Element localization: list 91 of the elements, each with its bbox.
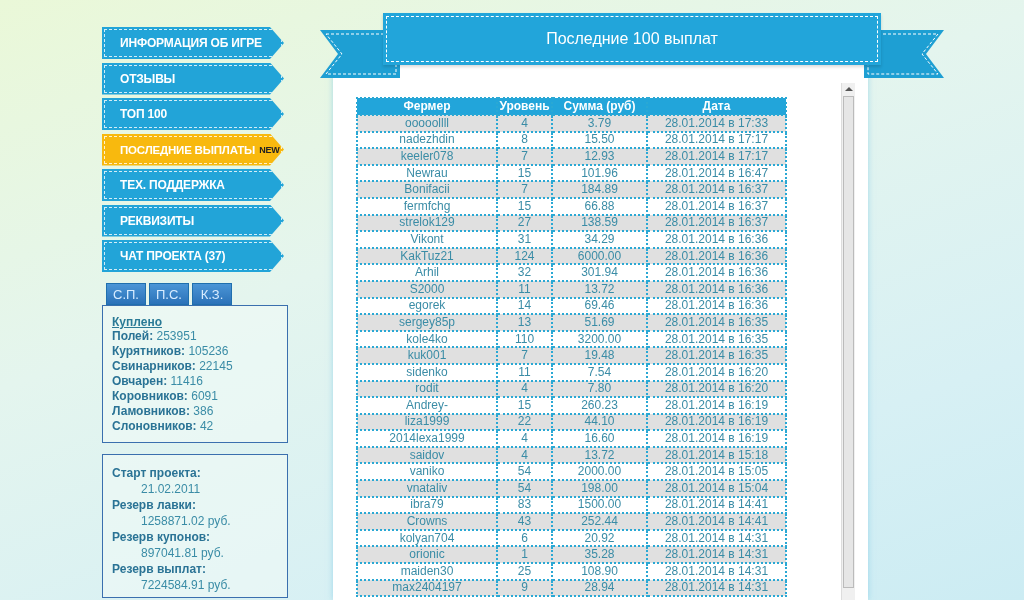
menu-item[interactable]: ИНФОРМАЦИЯ ОБ ИГРЕ	[102, 27, 284, 59]
table-cell: 19.48	[552, 347, 647, 364]
stat-value: 897041.81 руб.	[140, 545, 225, 561]
menu-item[interactable]: ОТЗЫВЫ	[102, 62, 284, 95]
scrollbar[interactable]	[841, 83, 855, 600]
tab[interactable]: С.П.	[106, 283, 146, 305]
table-cell: 34.29	[552, 231, 647, 248]
stat-line: Курятников: 105236	[112, 344, 230, 359]
table-cell: Bonifacii	[357, 181, 497, 198]
stat-line: Овчарен: 11416	[112, 374, 204, 389]
menu-item[interactable]: ТЕХ. ПОДДЕРЖКА	[102, 169, 284, 201]
menu-item[interactable]: ЧАТ ПРОЕКТА (37)	[102, 240, 284, 272]
tab[interactable]: К.З.	[192, 283, 232, 305]
table-cell: 28.01.2014 в 15:04	[647, 480, 786, 497]
table-cell: sergey85p	[357, 314, 497, 331]
table-cell: kuk001	[357, 347, 497, 364]
table-cell: 28.01.2014 в 16:35	[647, 347, 786, 364]
table-cell: 54	[497, 480, 552, 497]
table-cell: 28.01.2014 в 14:31	[647, 546, 786, 564]
tab[interactable]: П.С.	[149, 283, 189, 305]
table-cell: vaniko	[357, 463, 497, 481]
section-link[interactable]: Куплено	[112, 315, 278, 329]
column-header: Фермер	[357, 98, 497, 115]
table-cell: 35.28	[552, 546, 647, 564]
table-cell: maiden30	[357, 563, 497, 580]
new-label: NEW	[259, 144, 280, 155]
table-cell: 28.01.2014 в 16:36	[647, 231, 786, 248]
table-cell: 2014lexa1999	[357, 430, 497, 447]
stat-value: 21.02.2011	[140, 481, 202, 497]
stat-label: Резерв купонов:	[112, 529, 212, 545]
table-cell: 4	[497, 115, 552, 132]
page-title: Последние 100 выплат	[546, 30, 718, 48]
stat-label: Резерв лавки:	[112, 497, 197, 513]
table-cell: 184.89	[552, 181, 647, 198]
table-cell: Arhil	[357, 264, 497, 281]
table-cell: 28.01.2014 в 15:05	[647, 463, 786, 481]
table-cell: 3.79	[552, 115, 647, 132]
table-cell: 28.01.2014 в 17:33	[647, 115, 786, 132]
menu-item[interactable]: ТОП 100	[102, 98, 284, 130]
table-cell: 7	[497, 181, 552, 198]
table-cell: 51.69	[552, 314, 647, 331]
table-cell: 12.93	[552, 148, 647, 165]
stat-line: Полей: 253951	[112, 329, 198, 344]
table-cell: 108.90	[552, 563, 647, 580]
table-cell: 54	[497, 463, 552, 481]
table-cell: keeler078	[357, 148, 497, 165]
stat-line: Ламовников: 386	[112, 404, 215, 419]
table-cell: 1	[497, 546, 552, 564]
table-cell: 28.01.2014 в 16:19	[647, 430, 786, 447]
table-cell: 31	[497, 231, 552, 248]
table-cell: 4	[497, 430, 552, 447]
table-cell: 301.94	[552, 264, 647, 281]
table-cell: 2000.00	[552, 463, 647, 481]
table-cell: 252.44	[552, 513, 647, 530]
table-cell: 25	[497, 563, 552, 580]
table-cell: Vikont	[357, 231, 497, 248]
column-header: Сумма (руб)	[552, 98, 647, 115]
menu-item[interactable]: РЕКВИЗИТЫ	[102, 204, 284, 237]
table-cell: vnataliv	[357, 480, 497, 497]
table-cell: 15	[497, 397, 552, 414]
table-cell: 28.01.2014 в 14:41	[647, 513, 786, 530]
stat-label: Резерв выплат:	[112, 561, 207, 577]
table-cell: orionic	[357, 546, 497, 564]
stat-line: Коровников: 6091	[112, 389, 219, 404]
table-cell: 28.01.2014 в 17:17	[647, 148, 786, 165]
table-cell: 198.00	[552, 480, 647, 497]
stat-line: Свинарников: 22145	[112, 359, 234, 374]
table-cell: 7	[497, 148, 552, 165]
table-cell: 43	[497, 513, 552, 530]
table-cell: 28.01.2014 в 16:35	[647, 314, 786, 331]
table-cell: 28.01.2014 в 16:36	[647, 264, 786, 281]
table-cell: 28.01.2014 в 16:19	[647, 397, 786, 414]
column-header: Уровень	[497, 98, 552, 115]
table-cell: 16.60	[552, 430, 647, 447]
stat-value: 7224584.91 руб.	[140, 577, 232, 593]
table-cell: Andrey-	[357, 397, 497, 414]
table-cell: 28.01.2014 в 14:31	[647, 563, 786, 580]
table-cell: 28.01.2014 в 16:37	[647, 181, 786, 198]
table-cell: 7	[497, 347, 552, 364]
table-cell: 260.23	[552, 397, 647, 414]
scroll-thumb[interactable]	[843, 96, 854, 588]
stat-value: 1258871.02 руб.	[140, 513, 232, 529]
stat-label: Старт проекта:	[112, 465, 202, 481]
column-header: Дата	[647, 98, 786, 115]
scroll-up-icon[interactable]	[844, 87, 853, 91]
table-cell: 32	[497, 264, 552, 281]
menu-item[interactable]: ПОСЛЕДНИЕ ВЫПЛАТЫ NEW	[102, 133, 284, 166]
table-cell: 13	[497, 314, 552, 331]
stat-line: Слоновников: 42	[112, 419, 215, 434]
table-cell: ooooollll	[357, 115, 497, 132]
table-cell: Crowns	[357, 513, 497, 530]
